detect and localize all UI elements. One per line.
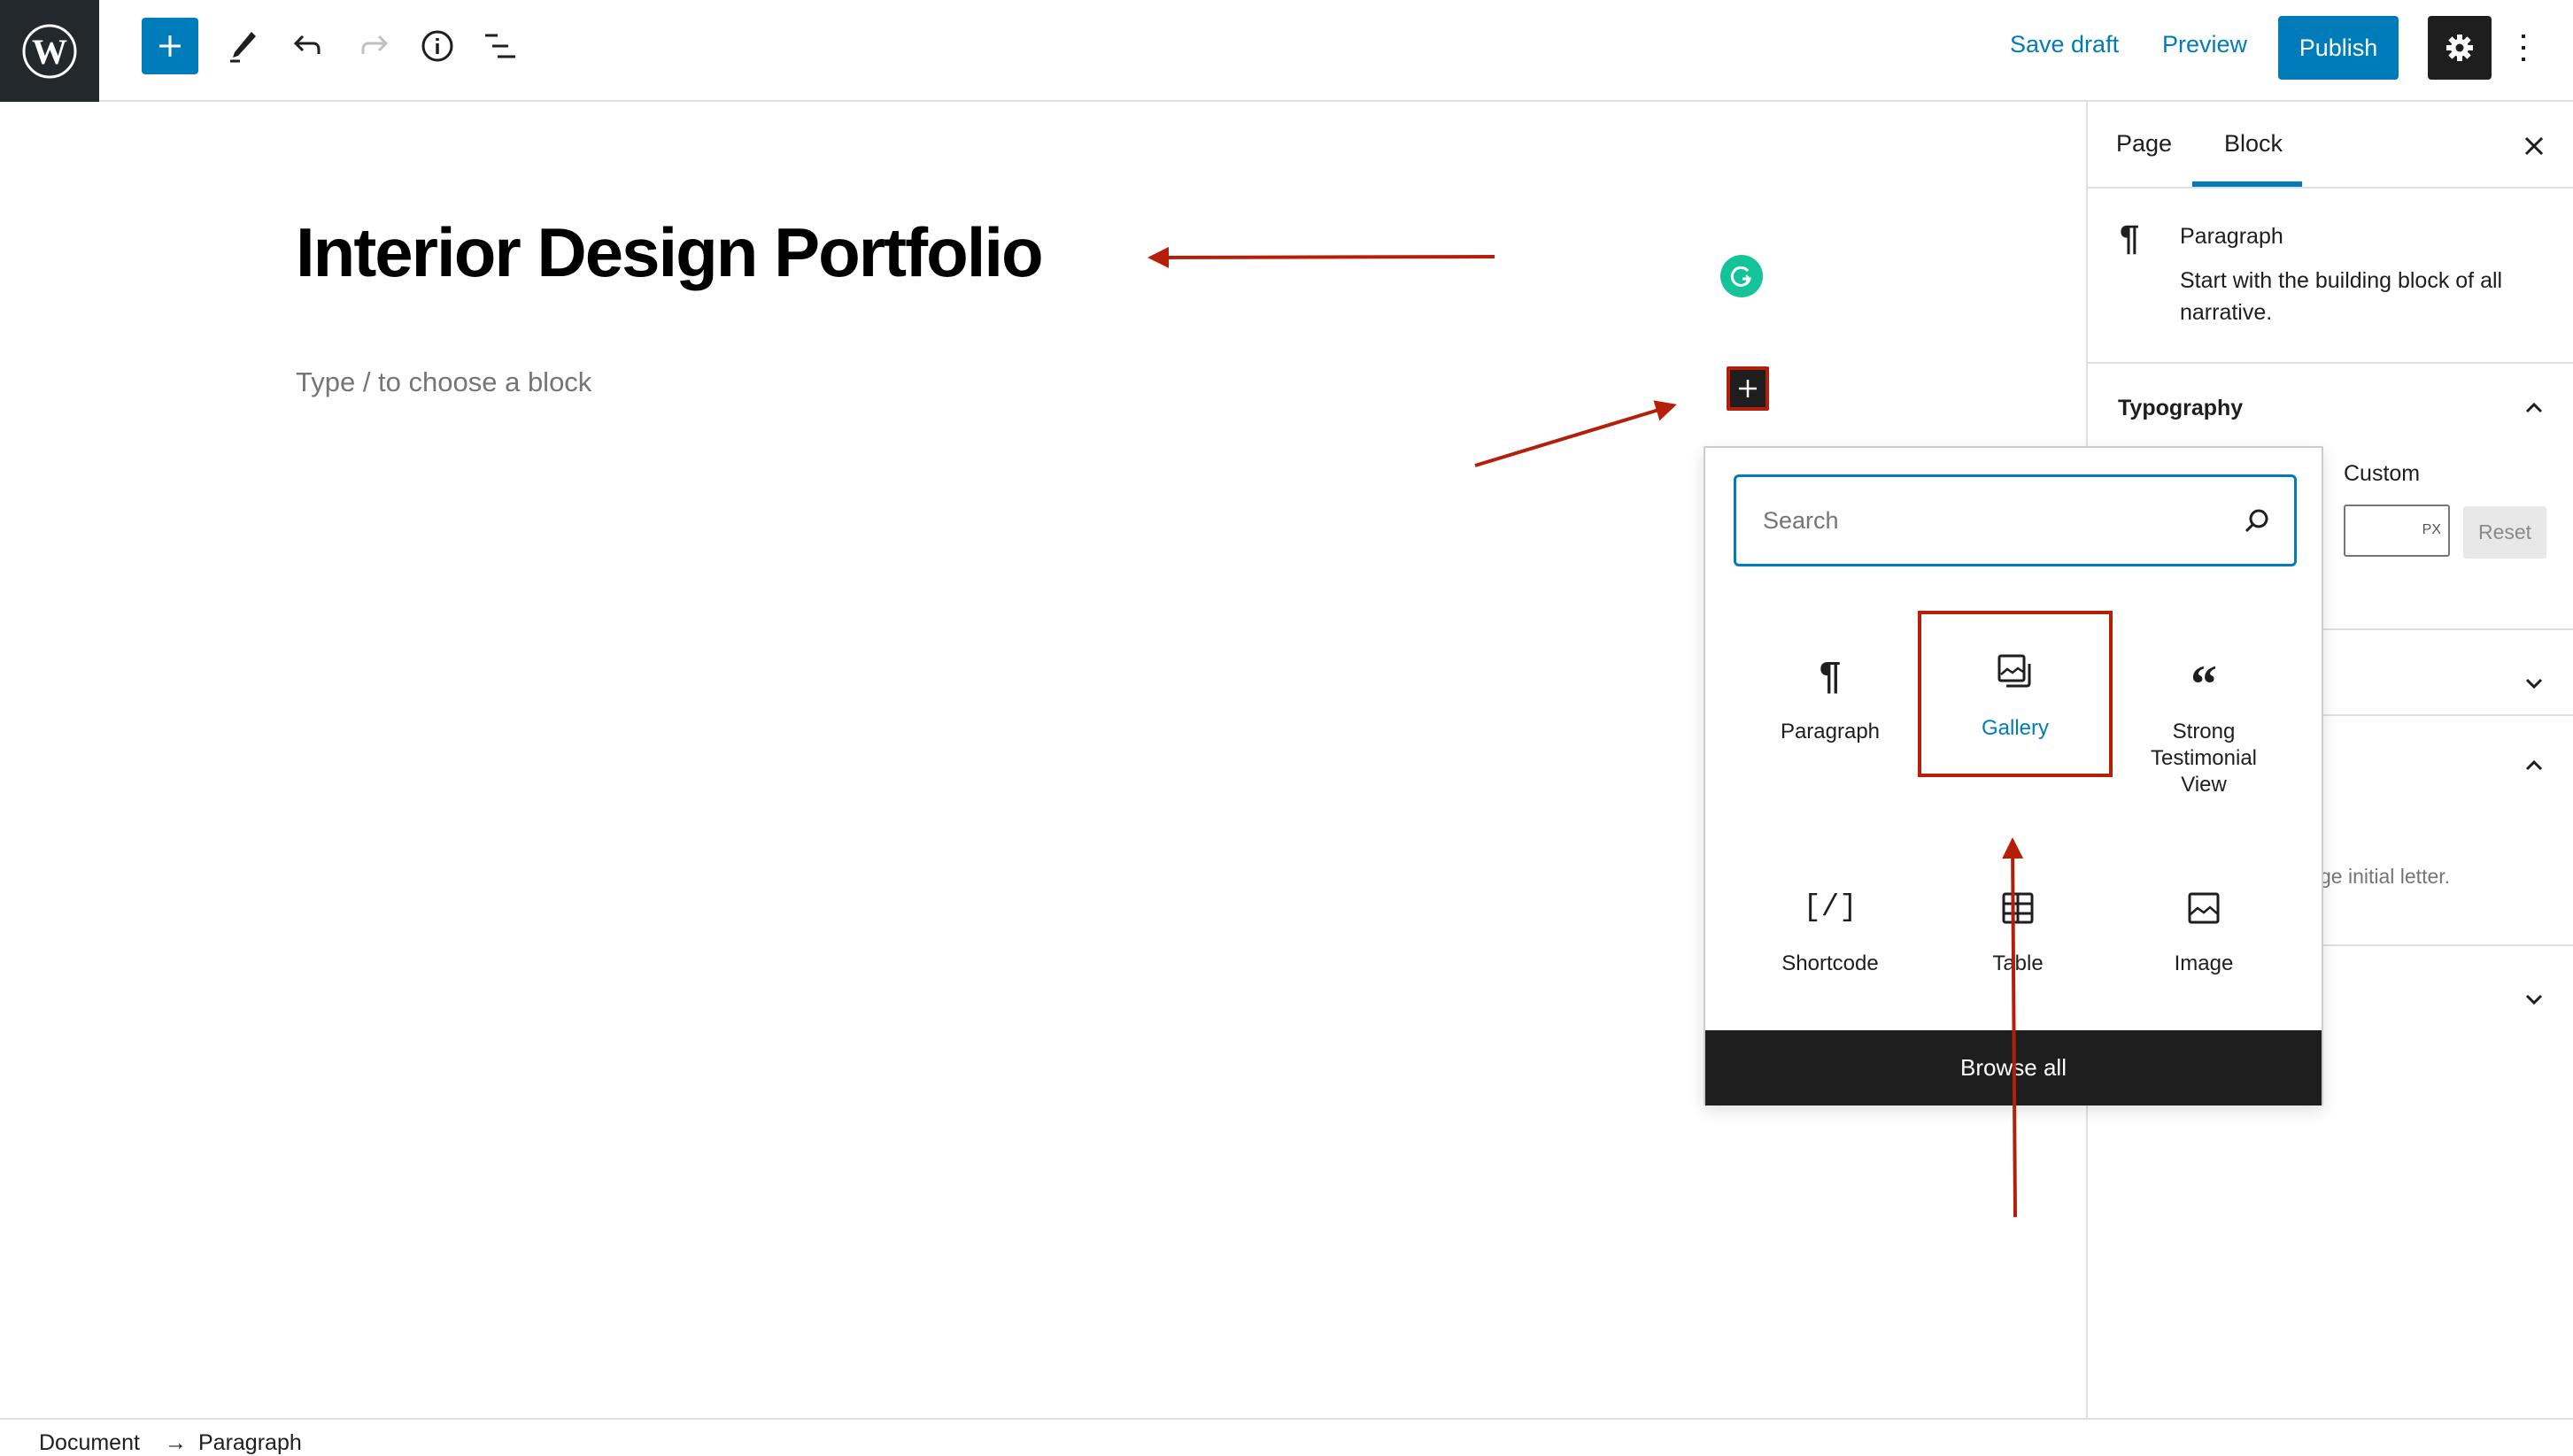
table-icon xyxy=(1991,882,2044,935)
save-draft-button[interactable]: Save draft xyxy=(2010,31,2119,58)
chevron-down-icon[interactable] xyxy=(2522,987,2546,1012)
block-inserter-popover: ¶ Paragraph Gallery “ Strong Testimonial… xyxy=(1704,446,2323,1105)
paragraph-icon: ¶ xyxy=(1819,654,1842,697)
more-options-button[interactable] xyxy=(2507,19,2539,76)
tools-button[interactable] xyxy=(214,18,271,74)
preview-button[interactable]: Preview xyxy=(2162,31,2247,58)
help-text: ge initial letter. xyxy=(2320,865,2451,888)
breadcrumb: Document → Paragraph xyxy=(0,1418,2573,1455)
more-vertical-icon xyxy=(2522,35,2525,61)
wordpress-logo[interactable]: W xyxy=(0,0,99,102)
gallery-icon xyxy=(1989,646,2042,699)
close-icon xyxy=(2524,136,2544,156)
block-item-image[interactable]: Image xyxy=(2106,846,2301,1023)
post-title[interactable]: Interior Design Portfolio xyxy=(296,212,1044,293)
wordpress-icon: W xyxy=(22,24,77,78)
svg-text:W: W xyxy=(32,32,67,72)
arrow-right-icon: → xyxy=(165,1430,187,1455)
browse-all-button[interactable]: Browse all xyxy=(1705,1030,2322,1105)
search-input[interactable] xyxy=(1763,477,2223,564)
plus-icon xyxy=(1739,380,1757,397)
unit-label: PX xyxy=(2422,522,2441,537)
grammarly-icon xyxy=(1730,266,1751,287)
quote-icon: “ xyxy=(2191,655,2217,713)
block-item-gallery[interactable]: Gallery xyxy=(1918,611,2113,777)
custom-size-label: Custom xyxy=(2344,461,2421,486)
tab-block[interactable]: Block xyxy=(2224,130,2283,158)
details-button[interactable] xyxy=(409,18,466,74)
block-item-label: Gallery xyxy=(1981,716,2050,740)
pencil-icon xyxy=(230,32,256,63)
block-placeholder[interactable]: Type / to choose a block xyxy=(296,366,591,398)
info-icon xyxy=(421,30,453,62)
search-field[interactable] xyxy=(1734,474,2297,566)
block-item-label: Shortcode xyxy=(1781,951,1879,975)
block-item-shortcode[interactable]: [/] Shortcode xyxy=(1733,846,1928,1023)
search-icon xyxy=(2245,509,2268,533)
typography-panel-title[interactable]: Typography xyxy=(2118,396,2243,421)
close-sidebar-button[interactable] xyxy=(2522,134,2546,158)
annotation-arrow-add-block xyxy=(1474,400,1677,467)
block-item-label: Table xyxy=(1992,951,2044,975)
block-item-table[interactable]: Table xyxy=(1920,846,2115,1023)
grammarly-button[interactable] xyxy=(1720,255,1763,297)
shortcode-icon: [/] xyxy=(1803,891,1858,925)
breadcrumb-document[interactable]: Document xyxy=(39,1430,140,1456)
block-item-label: Strong Testimonial View xyxy=(2150,720,2258,797)
chevron-down-icon[interactable] xyxy=(2522,671,2546,696)
block-item-label: Image xyxy=(2174,951,2234,975)
block-card-title: Paragraph xyxy=(2180,224,2283,249)
publish-button[interactable]: Publish xyxy=(2278,16,2399,80)
undo-button[interactable] xyxy=(280,18,336,74)
block-item-paragraph[interactable]: ¶ Paragraph xyxy=(1733,614,1928,791)
custom-size-input[interactable]: PX xyxy=(2344,505,2450,557)
undo-icon xyxy=(293,35,321,54)
block-item-strong-testimonial-view[interactable]: “ Strong Testimonial View xyxy=(2106,614,2301,797)
block-appender-button[interactable] xyxy=(1727,366,1769,411)
block-item-label: Paragraph xyxy=(1780,720,1881,743)
redo-button[interactable] xyxy=(345,18,402,74)
paragraph-icon: ¶ xyxy=(2120,219,2140,258)
plus-icon xyxy=(159,35,181,57)
image-icon xyxy=(2177,882,2230,935)
divider xyxy=(2088,362,2573,364)
list-view-icon xyxy=(485,34,515,58)
annotation-arrow-title xyxy=(1147,246,1495,268)
list-view-button[interactable] xyxy=(471,18,528,74)
top-toolbar: W Save draft Preview Publish xyxy=(0,0,2573,102)
gear-icon xyxy=(2446,35,2473,61)
add-block-button[interactable] xyxy=(142,18,198,74)
settings-button[interactable] xyxy=(2428,16,2492,80)
tab-page[interactable]: Page xyxy=(2116,130,2172,158)
chevron-up-icon[interactable] xyxy=(2522,753,2546,778)
divider xyxy=(2088,187,2573,189)
block-card-description: Start with the building block of all nar… xyxy=(2180,268,2503,325)
reset-button[interactable]: Reset xyxy=(2463,506,2546,559)
chevron-up-icon[interactable] xyxy=(2522,396,2546,420)
breadcrumb-paragraph[interactable]: Paragraph xyxy=(198,1430,302,1456)
redo-icon xyxy=(361,35,389,54)
